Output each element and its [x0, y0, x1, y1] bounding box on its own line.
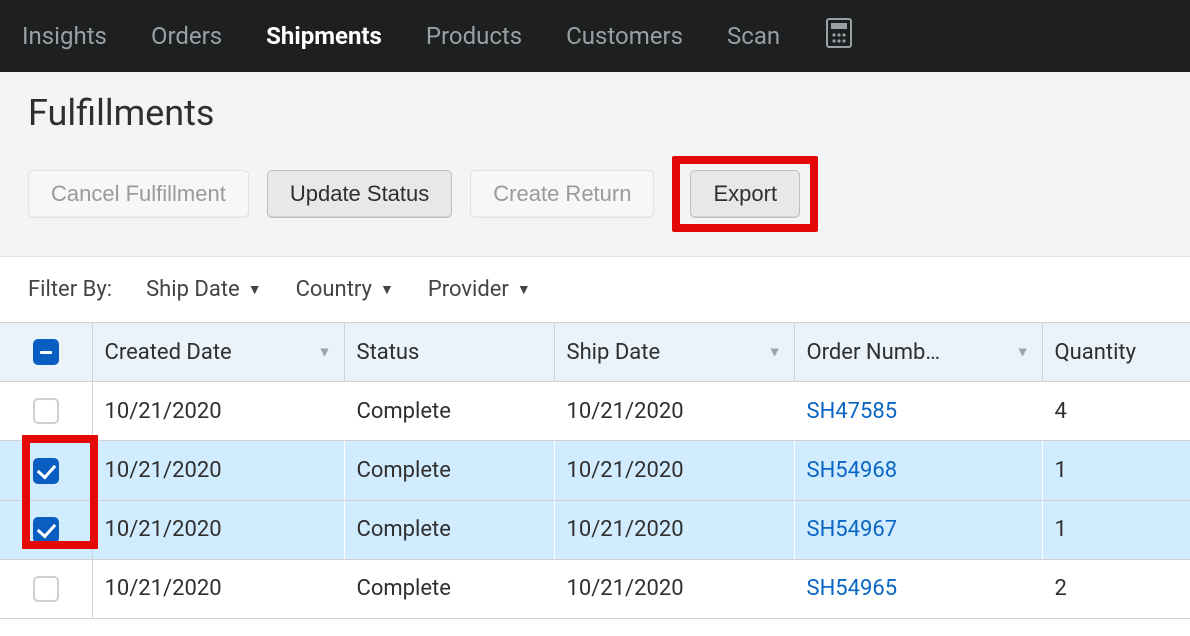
header-qty-label: Quantity [1055, 340, 1137, 365]
cell-qty: 1 [1042, 500, 1190, 559]
header-order-label: Order Numb… [807, 340, 941, 365]
filter-ship-date[interactable]: Ship Date ▼ [146, 277, 261, 302]
caret-down-icon: ▼ [380, 281, 394, 298]
cell-qty: 1 [1042, 441, 1190, 500]
row-checkbox-cell [0, 441, 92, 500]
nav-customers[interactable]: Customers [566, 22, 683, 50]
table-row: 10/21/2020Complete10/21/2020 SH54965 2 [0, 559, 1190, 618]
table-wrap: Created Date ▼ Status Ship Date ▼ Order … [0, 322, 1190, 619]
sort-caret-icon: ▼ [1016, 344, 1030, 361]
header-qty[interactable]: Quantity [1042, 323, 1190, 382]
order-link[interactable]: SH54967 [807, 517, 898, 542]
table-header-row: Created Date ▼ Status Ship Date ▼ Order … [0, 323, 1190, 382]
cell-ship: 10/21/2020 [554, 382, 794, 441]
row-checkbox-cell [0, 382, 92, 441]
header-status[interactable]: Status [344, 323, 554, 382]
row-checkbox[interactable] [33, 576, 59, 602]
select-all-checkbox[interactable] [33, 339, 59, 365]
top-nav: Insights Orders Shipments Products Custo… [0, 0, 1190, 72]
cell-status: Complete [344, 382, 554, 441]
nav-shipments[interactable]: Shipments [266, 22, 382, 50]
filter-provider[interactable]: Provider ▼ [428, 277, 531, 302]
export-highlight: Export [672, 156, 818, 232]
create-return-button[interactable]: Create Return [470, 170, 654, 218]
row-checkbox[interactable] [33, 458, 59, 484]
row-checkbox-cell [0, 559, 92, 618]
order-link[interactable]: SH47585 [807, 399, 898, 424]
fulfillments-table: Created Date ▼ Status Ship Date ▼ Order … [0, 322, 1190, 619]
sort-caret-icon: ▼ [318, 344, 332, 361]
cell-qty: 4 [1042, 382, 1190, 441]
cell-created: 10/21/2020 [92, 382, 344, 441]
row-checkbox[interactable] [33, 517, 59, 543]
filter-country-label: Country [296, 277, 372, 302]
update-status-button[interactable]: Update Status [267, 170, 452, 218]
nav-orders[interactable]: Orders [151, 22, 222, 50]
order-link[interactable]: SH54968 [807, 458, 898, 483]
cell-order[interactable]: SH54968 [794, 441, 1042, 500]
cell-qty: 2 [1042, 559, 1190, 618]
row-checkbox-cell [0, 500, 92, 559]
filter-ship-date-label: Ship Date [146, 277, 240, 302]
cell-created: 10/21/2020 [92, 441, 344, 500]
nav-products[interactable]: Products [426, 22, 522, 50]
nav-insights[interactable]: Insights [22, 22, 107, 50]
cell-created: 10/21/2020 [92, 559, 344, 618]
cell-order[interactable]: SH54965 [794, 559, 1042, 618]
header-created-label: Created Date [105, 340, 232, 365]
cell-status: Complete [344, 500, 554, 559]
table-row: 10/21/2020Complete10/21/2020 SH47585 4 [0, 382, 1190, 441]
button-row: Cancel Fulfillment Update Status Create … [28, 156, 1162, 232]
calculator-icon[interactable] [826, 18, 852, 54]
cell-status: Complete [344, 441, 554, 500]
cell-order[interactable]: SH47585 [794, 382, 1042, 441]
header-created[interactable]: Created Date ▼ [92, 323, 344, 382]
cell-ship: 10/21/2020 [554, 559, 794, 618]
caret-down-icon: ▼ [517, 281, 531, 298]
caret-down-icon: ▼ [248, 281, 262, 298]
nav-scan[interactable]: Scan [727, 22, 780, 50]
cell-created: 10/21/2020 [92, 500, 344, 559]
table-row: 10/21/2020Complete10/21/2020 SH54967 1 [0, 500, 1190, 559]
filter-row: Filter By: Ship Date ▼ Country ▼ Provide… [0, 257, 1190, 322]
table-body: 10/21/2020Complete10/21/2020SH47585410/2… [0, 382, 1190, 619]
cell-status: Complete [344, 559, 554, 618]
header-ship[interactable]: Ship Date ▼ [554, 323, 794, 382]
export-button[interactable]: Export [690, 170, 800, 218]
toolbar: Fulfillments Cancel Fulfillment Update S… [0, 72, 1190, 257]
cell-ship: 10/21/2020 [554, 500, 794, 559]
table-row: 10/21/2020Complete10/21/2020 SH54968 1 [0, 441, 1190, 500]
cancel-fulfillment-button[interactable]: Cancel Fulfillment [28, 170, 249, 218]
cell-ship: 10/21/2020 [554, 441, 794, 500]
filter-country[interactable]: Country ▼ [296, 277, 394, 302]
header-ship-label: Ship Date [567, 340, 661, 365]
row-checkbox[interactable] [33, 398, 59, 424]
order-link[interactable]: SH54965 [807, 576, 898, 601]
header-status-label: Status [357, 340, 420, 365]
header-checkbox-cell [0, 323, 92, 382]
header-order[interactable]: Order Numb… ▼ [794, 323, 1042, 382]
filter-provider-label: Provider [428, 277, 509, 302]
cell-order[interactable]: SH54967 [794, 500, 1042, 559]
page-title: Fulfillments [28, 92, 1162, 134]
filter-by-label: Filter By: [28, 277, 112, 302]
sort-caret-icon: ▼ [768, 344, 782, 361]
